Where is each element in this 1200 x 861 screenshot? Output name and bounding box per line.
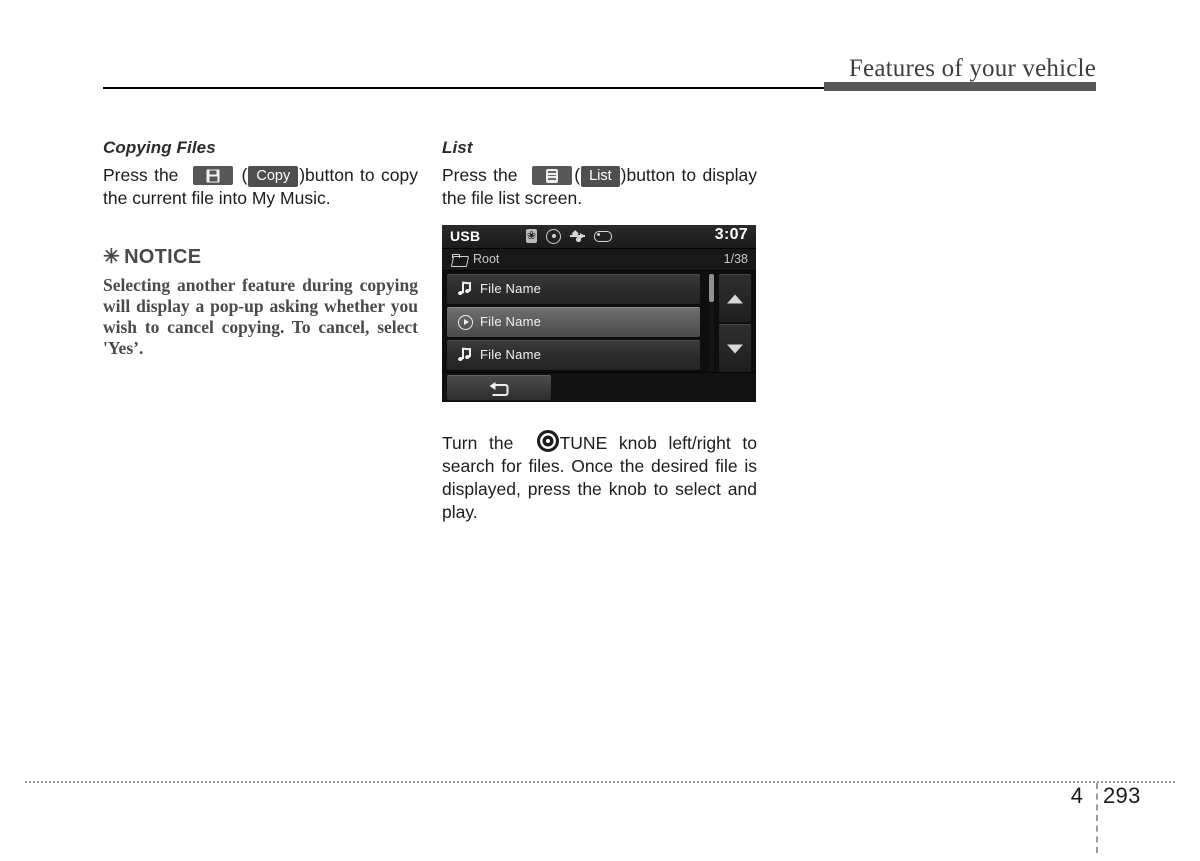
header-rule-thick xyxy=(824,82,1096,91)
section-heading-copying-files: Copying Files xyxy=(103,138,216,157)
device-screenshot-usb-file-list: USB ❀ 3:07 Root 1/38 File Name File Name xyxy=(442,225,756,402)
file-row-label: File Name xyxy=(480,281,542,296)
scroll-down-button[interactable] xyxy=(719,324,751,372)
copy-key-icon[interactable] xyxy=(193,166,234,185)
paren-open: ( xyxy=(241,165,248,185)
scroll-up-button[interactable] xyxy=(719,274,751,322)
page-header: Features of your vehicle xyxy=(0,0,1200,96)
left-column: Copying Files Press the (Copy)button to … xyxy=(103,138,418,359)
section-heading-list: List xyxy=(442,138,473,157)
device-path-bar: Root 1/38 xyxy=(442,249,756,271)
footer-page-number: 293 xyxy=(1103,783,1141,808)
tune-knob-icon xyxy=(536,430,559,452)
save-glyph-icon xyxy=(206,169,220,182)
back-arrow-icon xyxy=(489,382,509,396)
device-file-list: File Name File Name File Name xyxy=(442,271,756,374)
file-row-label: File Name xyxy=(480,347,542,362)
usb-icon xyxy=(570,229,585,242)
chevron-down-icon xyxy=(727,344,743,353)
right-column: List Press the (List)button to display t… xyxy=(442,138,757,210)
footer-dotted-rule xyxy=(25,781,1175,783)
copying-files-paragraph: Press the (Copy)button to copy the curre… xyxy=(103,164,418,210)
tune-paragraph-lead: Turn the xyxy=(442,433,514,453)
chevron-up-icon xyxy=(727,294,743,303)
tune-paragraph-wrapper: Turn the TUNE knob left/right to search … xyxy=(442,430,757,524)
play-circle-icon xyxy=(458,315,473,330)
music-note-icon xyxy=(457,281,473,297)
device-status-icon-group: ❀ xyxy=(526,228,612,244)
list-lines-glyph-icon xyxy=(546,168,559,183)
tune-knob-paragraph: Turn the TUNE knob left/right to search … xyxy=(442,430,757,524)
device-item-count: 1/38 xyxy=(723,252,748,266)
device-clock: 3:07 xyxy=(714,226,748,243)
file-row-label: File Name xyxy=(480,314,542,329)
open-folder-icon xyxy=(450,254,470,267)
page-title: Features of your vehicle xyxy=(848,55,1096,82)
device-bottom-bar xyxy=(442,372,756,402)
back-button[interactable] xyxy=(447,375,551,400)
file-list-row-3[interactable]: File Name xyxy=(447,340,700,370)
music-note-icon xyxy=(457,347,473,363)
bluetooth-icon: ❀ xyxy=(526,229,537,243)
paren-open: ( xyxy=(574,165,581,185)
pill-icon xyxy=(594,230,612,242)
notice-heading: ✳ NOTICE xyxy=(103,244,418,269)
device-path-label: Root xyxy=(473,252,500,266)
list-paragraph: Press the (List)button to display the fi… xyxy=(442,164,757,210)
notice-block: ✳ NOTICE Selecting another feature during… xyxy=(103,244,418,359)
device-scrollbar-thumb[interactable] xyxy=(709,274,714,302)
notice-body-text: Selecting another feature during copying… xyxy=(103,275,418,358)
device-scrollbar-track[interactable] xyxy=(709,274,714,371)
copy-soft-key-label[interactable]: Copy xyxy=(248,166,299,187)
device-status-bar: USB ❀ 3:07 xyxy=(442,225,756,249)
device-source-label: USB xyxy=(450,228,481,244)
asterisk-icon: ✳ xyxy=(103,246,121,268)
list-paragraph-lead: Press the xyxy=(442,165,518,185)
footer-chapter-number: 4 xyxy=(1070,783,1083,808)
circle-dot-icon xyxy=(546,228,561,244)
header-rule-thin xyxy=(103,87,825,89)
list-soft-key-label[interactable]: List xyxy=(581,166,620,187)
notice-heading-label: NOTICE xyxy=(124,246,202,268)
file-list-row-1[interactable]: File Name xyxy=(447,274,700,304)
file-list-row-2-selected[interactable]: File Name xyxy=(447,307,700,337)
copy-paragraph-lead: Press the xyxy=(103,165,179,185)
footer-vertical-rule xyxy=(1096,783,1098,853)
list-key-icon[interactable] xyxy=(532,166,573,185)
